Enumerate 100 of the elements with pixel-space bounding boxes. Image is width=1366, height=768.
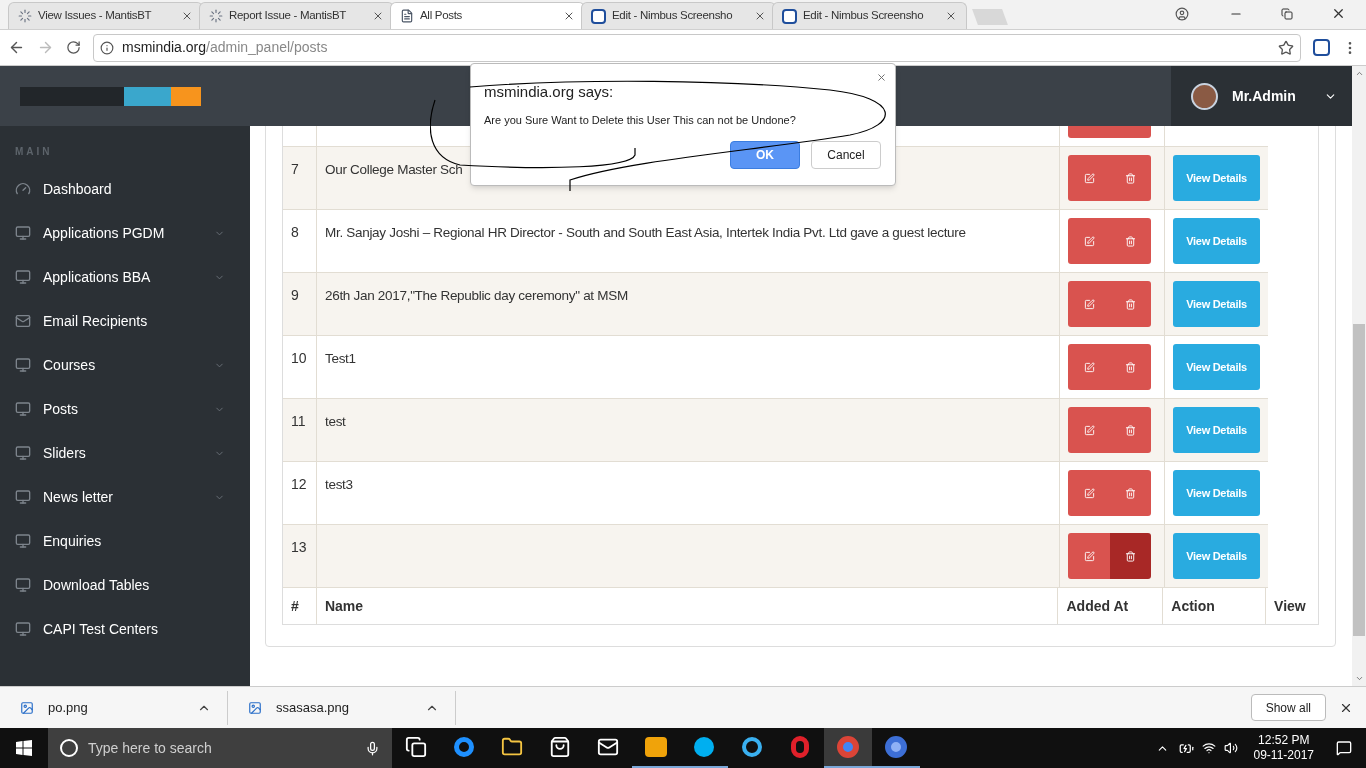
task-view-icon[interactable] [405,736,427,758]
sidebar-item[interactable]: Posts [0,387,250,431]
sidebar-label: Email Recipients [43,311,149,331]
delete-button[interactable] [1110,533,1151,579]
sidebar-label: Applications PGDM [43,223,166,243]
image-file-icon [248,700,262,715]
sidebar-item[interactable]: Enquiries [0,519,250,563]
monitor-icon [15,489,31,505]
edit-icon [1083,235,1095,247]
close-icon[interactable] [754,10,766,22]
folder-icon[interactable] [501,736,523,758]
volume-icon[interactable] [1223,741,1238,755]
sidebar-item[interactable]: Email Recipients [0,299,250,343]
sidebar-item[interactable]: Sliders [0,431,250,475]
sidebar-label: News letter [43,487,115,507]
browser-tab[interactable]: Edit - Nimbus Screensho [772,2,967,29]
bookmark-star-icon[interactable] [1278,39,1294,56]
cancel-button[interactable]: Cancel [811,141,881,169]
column-header: View [1274,596,1306,616]
post-name: Our College Master Sch [325,162,463,177]
envelope-icon[interactable] [597,736,619,758]
edit-icon [1083,550,1095,562]
search-box[interactable]: Type here to search [48,728,392,768]
row-number: 8 [291,224,299,240]
back-icon[interactable] [8,39,25,56]
trash-icon [1125,361,1136,373]
trash-icon [1125,550,1136,562]
sidebar-label: Sliders [43,443,87,463]
monitor-icon [15,401,31,417]
monitor-icon [15,445,31,461]
date-text: 09-11-2017 [1253,748,1314,763]
download-item[interactable]: ssasasa.png [228,690,456,725]
sidebar-item[interactable]: CAPI Test Centers [0,607,250,651]
close-icon[interactable] [1331,6,1346,21]
row-number: 12 [291,476,307,492]
spinner-icon [209,9,223,23]
dialog-title: msmindia.org says: [484,82,614,102]
browser-icon[interactable] [742,737,762,757]
sidebar-item[interactable]: Applications PGDM [0,211,250,255]
reload-icon[interactable] [66,40,81,55]
notifications-icon[interactable] [1336,740,1352,756]
sidebar-item[interactable]: Courses [0,343,250,387]
sidebar-item[interactable]: News letter [0,475,250,519]
globe-icon[interactable] [454,737,474,757]
profile-icon[interactable] [1175,7,1189,21]
tab-title: Report Issue - MantisBT [229,8,348,24]
scroll-down-icon[interactable] [1354,674,1364,683]
shopping-bag-icon[interactable] [549,736,571,758]
close-icon[interactable] [945,10,957,22]
close-icon[interactable] [181,10,193,22]
row-number: 7 [291,161,299,177]
browser-icon[interactable] [885,736,907,758]
close-icon[interactable] [372,10,384,22]
sidebar-item[interactable]: Download Tables [0,563,250,607]
monitor-icon [15,533,31,549]
chat-app-icon[interactable] [694,737,714,757]
edit-icon [1083,361,1095,373]
sidebar-label: Download Tables [43,575,151,595]
calendar-app-icon[interactable] [645,737,667,757]
sidebar-item[interactable]: Dashboard [0,167,250,211]
restore-icon[interactable] [1281,8,1293,20]
monitor-icon [15,269,31,285]
microphone-icon [365,740,380,756]
scroll-up-icon[interactable] [1354,69,1364,78]
trash-icon [1125,235,1136,247]
row-number: 10 [291,350,307,366]
extension-icon[interactable] [1313,39,1330,56]
row-number: 9 [291,287,299,303]
edit-icon [1083,298,1095,310]
cortana-ring-icon [60,739,78,757]
wifi-icon[interactable] [1201,741,1216,755]
scroll-thumb[interactable] [1353,324,1365,636]
clock[interactable]: 12:52 PM 09-11-2017 [1245,733,1322,763]
file-name: ssasasa.png [276,698,350,717]
search-placeholder: Type here to search [88,738,213,758]
image-file-icon [20,700,34,715]
column-header: Added At [1066,596,1129,616]
column-header: # [291,596,299,616]
monitor-icon [15,577,31,593]
address-bar[interactable]: msmindia.org/admin_panel/posts [93,33,1301,62]
sidebar-label: Applications BBA [43,267,152,287]
post-name: test3 [325,477,353,492]
sidebar-label: CAPI Test Centers [43,619,159,639]
download-item[interactable]: po.png [0,690,228,725]
ring-icon[interactable] [791,736,809,758]
dashboard-icon [15,181,31,197]
user-menu[interactable]: Mr.Admin [1171,66,1352,126]
tab-title: View Issues - MantisBT [38,8,153,24]
extension-icon [591,8,606,24]
tab-title: Edit - Nimbus Screensho [803,8,925,24]
page-icon [400,9,414,23]
time-text: 12:52 PM [1258,733,1310,748]
sidebar-item[interactable]: Applications BBA [0,255,250,299]
extension-icon [782,8,797,24]
show-all-button[interactable]: Show all [1250,694,1326,721]
post-name: 26th Jan 2017,"The Republic day ceremony" at MSM [325,288,628,303]
user-name: Mr.Admin [1232,86,1296,106]
row-number: 13 [291,539,307,555]
trash-icon [1125,298,1136,310]
close-icon[interactable] [563,10,575,22]
